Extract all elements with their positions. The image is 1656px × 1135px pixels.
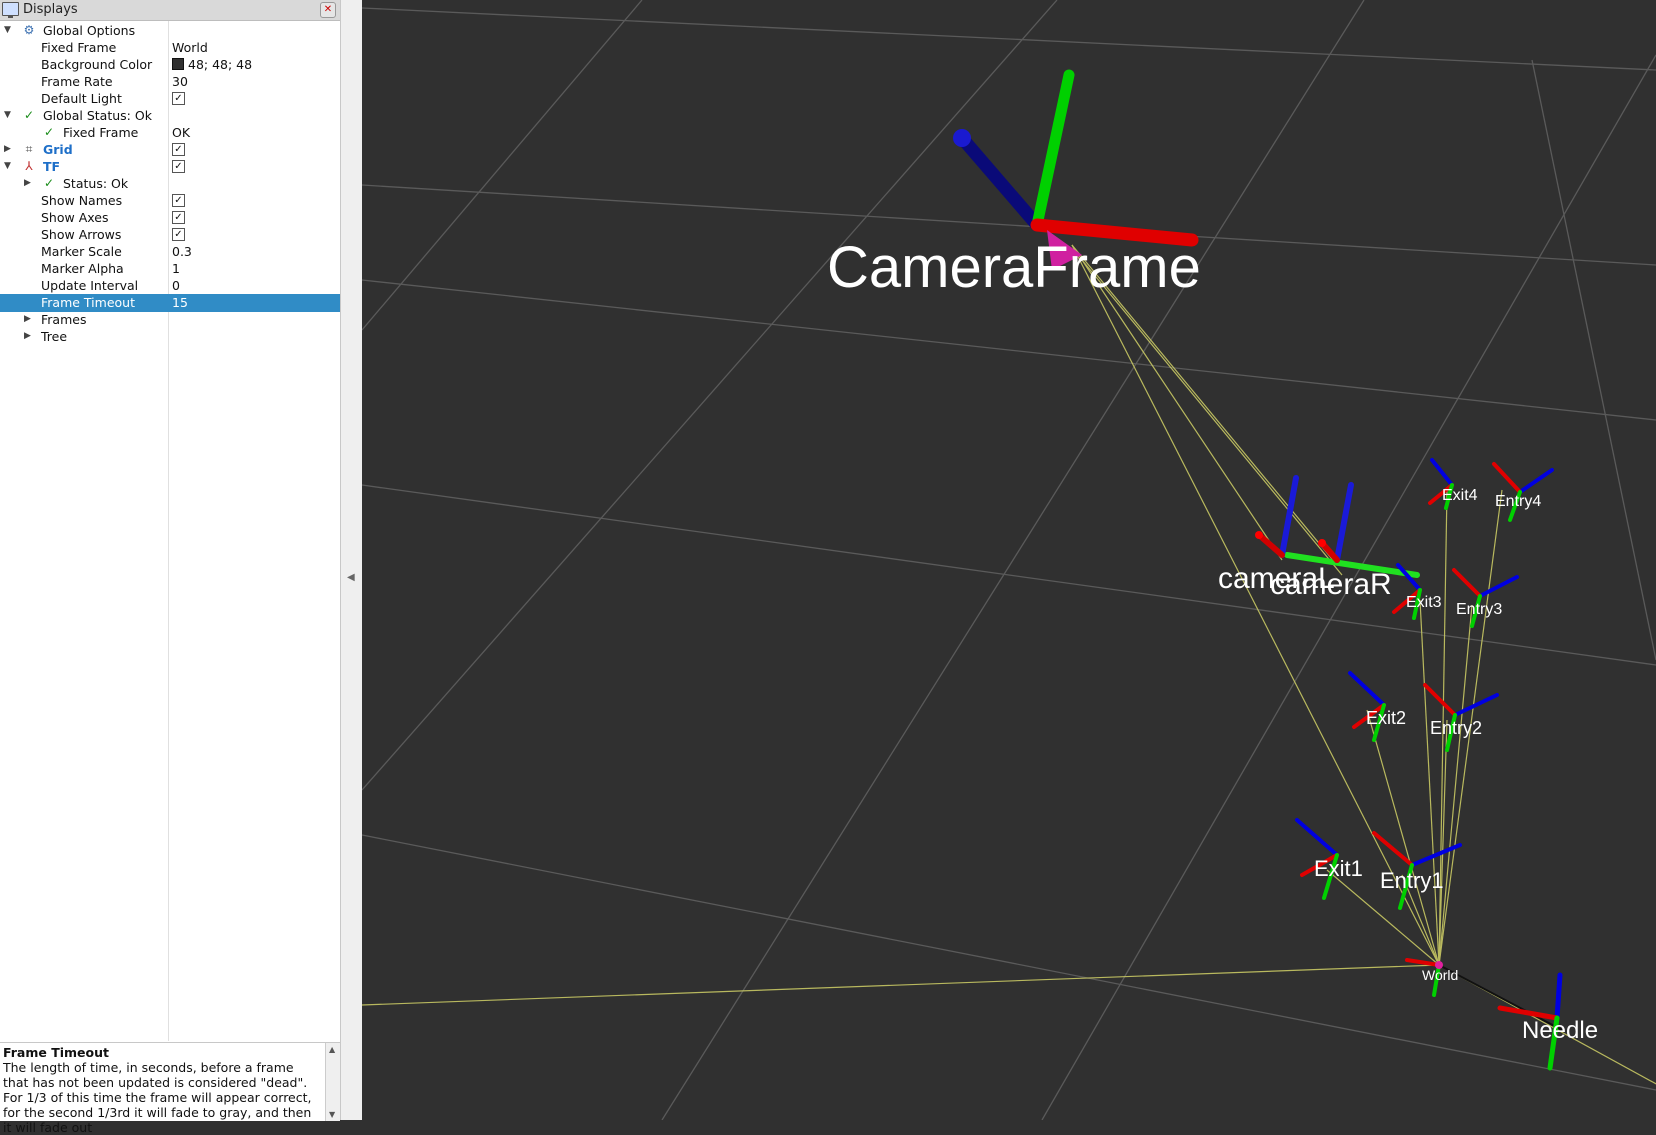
checkmark-icon: ✓ bbox=[23, 108, 35, 122]
label-entry4: Entry4 bbox=[1495, 493, 1541, 510]
expand-arrow-icon[interactable]: ▶ bbox=[4, 144, 14, 154]
row-label: TF bbox=[43, 159, 61, 174]
row-label: Update Interval bbox=[41, 278, 139, 293]
camera-lr-axes bbox=[1255, 475, 1420, 578]
tree-row-fixed-frame-status[interactable]: ✓ Fixed Frame OK bbox=[0, 124, 340, 142]
tree-row-marker-alpha[interactable]: Marker Alpha 1 bbox=[0, 260, 340, 278]
label-exit1: Exit1 bbox=[1314, 856, 1363, 881]
row-label: Global Options bbox=[43, 23, 136, 38]
row-label: Frames bbox=[41, 312, 87, 327]
label-world: World bbox=[1422, 967, 1458, 983]
grid bbox=[362, 0, 1656, 1120]
expand-arrow-icon[interactable]: ▶ bbox=[24, 331, 34, 341]
label-entry3: Entry3 bbox=[1456, 601, 1502, 618]
tree-row-show-axes[interactable]: Show Axes ✓ bbox=[0, 209, 340, 227]
tree-row-grid[interactable]: ▶ ⌗ Grid ✓ bbox=[0, 141, 340, 159]
row-label: Grid bbox=[43, 142, 73, 157]
row-value[interactable]: 1 bbox=[172, 261, 180, 276]
checkbox[interactable]: ✓ bbox=[172, 143, 185, 156]
scroll-up-icon[interactable]: ▲ bbox=[329, 1045, 335, 1054]
row-value[interactable]: 15 bbox=[172, 295, 188, 310]
row-label: Default Light bbox=[41, 91, 122, 106]
checkbox[interactable]: ✓ bbox=[172, 194, 185, 207]
row-label: Marker Alpha bbox=[41, 261, 124, 276]
label-exit4: Exit4 bbox=[1442, 487, 1478, 504]
scene-canvas[interactable]: CameraFrame cameraL cameraR Exit4 Entry4… bbox=[362, 0, 1656, 1120]
label-exit3: Exit3 bbox=[1406, 594, 1442, 611]
tree-row-frames[interactable]: ▶ Frames bbox=[0, 311, 340, 329]
tree-row-frame-timeout[interactable]: Frame Timeout 15 bbox=[0, 294, 340, 312]
panel-title-bar: Displays ✕ bbox=[0, 0, 340, 21]
row-value[interactable]: 0 bbox=[172, 278, 180, 293]
checkbox[interactable]: ✓ bbox=[172, 160, 185, 173]
expand-arrow-icon[interactable]: ▶ bbox=[24, 314, 34, 324]
scroll-down-icon[interactable]: ▼ bbox=[329, 1110, 335, 1119]
row-value[interactable]: 30 bbox=[172, 74, 188, 89]
tree-row-tf[interactable]: ▼ ⅄ TF ✓ bbox=[0, 158, 340, 176]
row-label: Show Axes bbox=[41, 210, 109, 225]
expand-arrow-icon[interactable]: ▼ bbox=[4, 25, 14, 35]
row-label: Status: Ok bbox=[63, 176, 129, 191]
description-title: Frame Timeout bbox=[3, 1045, 109, 1060]
label-camera-r: cameraR bbox=[1270, 568, 1392, 601]
label-entry2: Entry2 bbox=[1430, 718, 1482, 738]
tree-row-show-arrows[interactable]: Show Arrows ✓ bbox=[0, 226, 340, 244]
row-label: Fixed Frame bbox=[63, 125, 139, 140]
label-exit2: Exit2 bbox=[1366, 708, 1406, 728]
gear-icon: ⚙ bbox=[23, 23, 35, 37]
tree-row-show-names[interactable]: Show Names ✓ bbox=[0, 192, 340, 210]
grid-icon: ⌗ bbox=[25, 142, 33, 156]
row-label: Global Status: Ok bbox=[43, 108, 152, 123]
row-value[interactable]: World bbox=[172, 40, 208, 55]
row-value[interactable]: 0.3 bbox=[172, 244, 192, 259]
tree-row-fixed-frame[interactable]: Fixed Frame World bbox=[0, 39, 340, 57]
color-value-text: 48; 48; 48 bbox=[188, 57, 253, 72]
tree-row-tree[interactable]: ▶ Tree bbox=[0, 328, 340, 346]
tree-row-global-status[interactable]: ▼ ✓ Global Status: Ok bbox=[0, 107, 340, 125]
row-value[interactable]: 48; 48; 48 bbox=[172, 57, 252, 72]
property-description: Frame Timeout The length of time, in sec… bbox=[0, 1042, 340, 1135]
tree-row-global-options[interactable]: ▼ ⚙ Global Options bbox=[0, 22, 340, 40]
tree-row-default-light[interactable]: Default Light ✓ bbox=[0, 90, 340, 108]
checkmark-icon: ✓ bbox=[43, 125, 55, 139]
checkmark-icon: ✓ bbox=[43, 176, 55, 190]
expand-arrow-icon[interactable]: ▼ bbox=[4, 110, 14, 120]
label-entry1: Entry1 bbox=[1380, 868, 1444, 893]
tree-row-status-ok[interactable]: ▶ ✓ Status: Ok bbox=[0, 175, 340, 193]
color-swatch bbox=[172, 58, 184, 70]
row-label: Frame Timeout bbox=[41, 295, 135, 310]
description-scrollbar[interactable]: ▲ ▼ bbox=[325, 1043, 340, 1121]
tf-links bbox=[362, 244, 1656, 1085]
row-label: Background Color bbox=[41, 57, 153, 72]
3d-viewport[interactable]: CameraFrame cameraL cameraR Exit4 Entry4… bbox=[362, 0, 1656, 1120]
monitor-icon bbox=[2, 2, 19, 18]
panel-splitter[interactable]: ◀ bbox=[341, 0, 363, 1120]
axes-icon: ⅄ bbox=[25, 159, 33, 173]
row-label: Show Arrows bbox=[41, 227, 122, 242]
checkbox[interactable]: ✓ bbox=[172, 228, 185, 241]
row-label: Tree bbox=[41, 329, 68, 344]
label-needle: Needle bbox=[1522, 1017, 1598, 1044]
row-label: Fixed Frame bbox=[41, 40, 117, 55]
tree-row-background-color[interactable]: Background Color 48; 48; 48 bbox=[0, 56, 340, 74]
tree-row-update-interval[interactable]: Update Interval 0 bbox=[0, 277, 340, 295]
checkbox[interactable]: ✓ bbox=[172, 211, 185, 224]
close-icon[interactable]: ✕ bbox=[320, 2, 336, 18]
checkbox[interactable]: ✓ bbox=[172, 92, 185, 105]
panel-title: Displays bbox=[23, 2, 78, 17]
property-tree: ▼ ⚙ Global Options Fixed Frame World Bac… bbox=[0, 21, 340, 1041]
collapse-arrow-icon[interactable]: ◀ bbox=[347, 572, 355, 583]
expand-arrow-icon[interactable]: ▶ bbox=[24, 178, 34, 188]
row-label: Show Names bbox=[41, 193, 123, 208]
row-value: OK bbox=[172, 125, 191, 140]
tree-row-marker-scale[interactable]: Marker Scale 0.3 bbox=[0, 243, 340, 261]
expand-arrow-icon[interactable]: ▼ bbox=[4, 161, 14, 171]
tree-row-frame-rate[interactable]: Frame Rate 30 bbox=[0, 73, 340, 91]
row-label: Frame Rate bbox=[41, 74, 113, 89]
displays-panel: Displays ✕ ▼ ⚙ Global Options Fixed Fram… bbox=[0, 0, 341, 1135]
label-camera-frame: CameraFrame bbox=[827, 235, 1201, 300]
description-body: The length of time, in seconds, before a… bbox=[3, 1060, 312, 1135]
row-label: Marker Scale bbox=[41, 244, 122, 259]
